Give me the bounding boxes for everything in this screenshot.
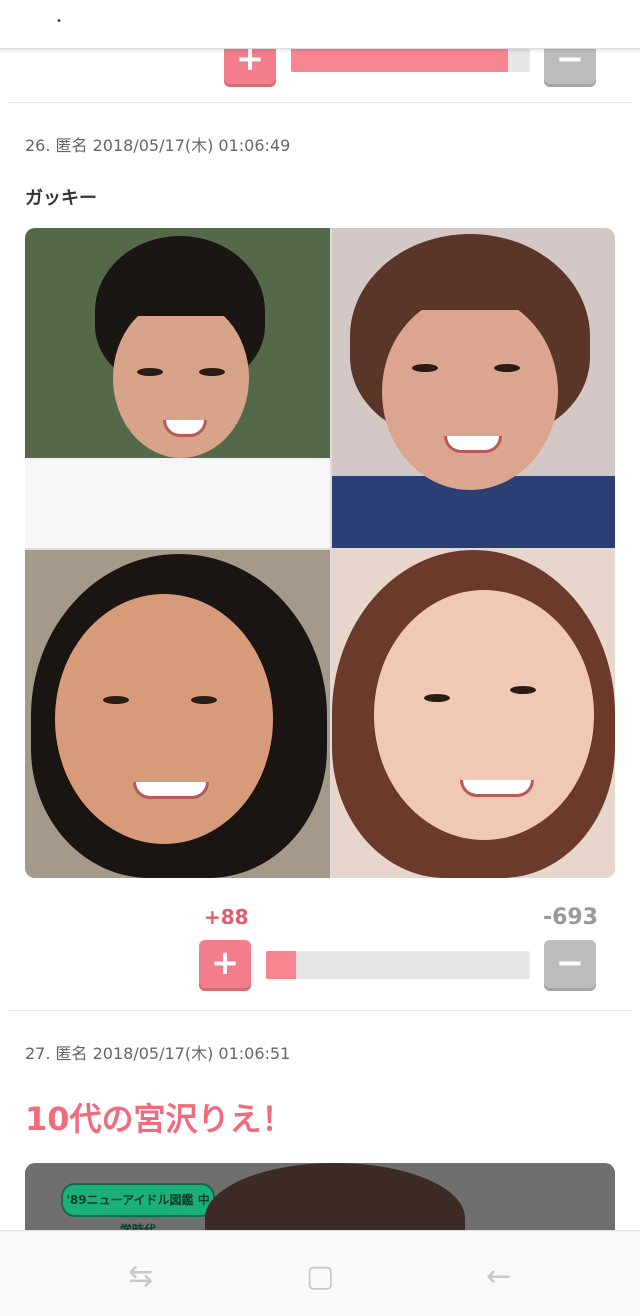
- photo-junior-high: [25, 550, 330, 878]
- post-image[interactable]: [25, 228, 615, 878]
- status-indicator: •: [56, 16, 62, 27]
- post-divider: [8, 102, 632, 103]
- status-bar: •: [0, 0, 640, 49]
- post-body: ガッキー: [25, 188, 97, 209]
- post-meta: 26. 匿名 2018/05/17(木) 01:06:49: [25, 136, 291, 155]
- minus-vote-button[interactable]: −: [544, 940, 596, 988]
- minus-count: -693: [542, 905, 598, 930]
- photo-child: [25, 228, 330, 548]
- plus-vote-button[interactable]: +: [199, 940, 251, 988]
- vote-ratio-fill: [266, 951, 296, 979]
- back-icon[interactable]: ←: [486, 1259, 511, 1294]
- post-divider: [8, 1010, 632, 1011]
- navigation-bar: ⇆ ▢ ←: [0, 1230, 640, 1316]
- recent-apps-icon[interactable]: ⇆: [128, 1259, 153, 1294]
- magazine-badge: '89ニューアイドル図鑑 中学時代: [61, 1183, 215, 1237]
- vote-ratio-bar: [266, 951, 530, 979]
- post-heading: 10代の宮沢りえ！: [25, 1100, 294, 1138]
- photo-teen: [332, 228, 615, 548]
- post-meta: 27. 匿名 2018/05/17(木) 01:06:51: [25, 1044, 291, 1063]
- home-icon[interactable]: ▢: [306, 1259, 334, 1294]
- photo-adult: [332, 550, 615, 878]
- plus-count: +88: [204, 905, 249, 929]
